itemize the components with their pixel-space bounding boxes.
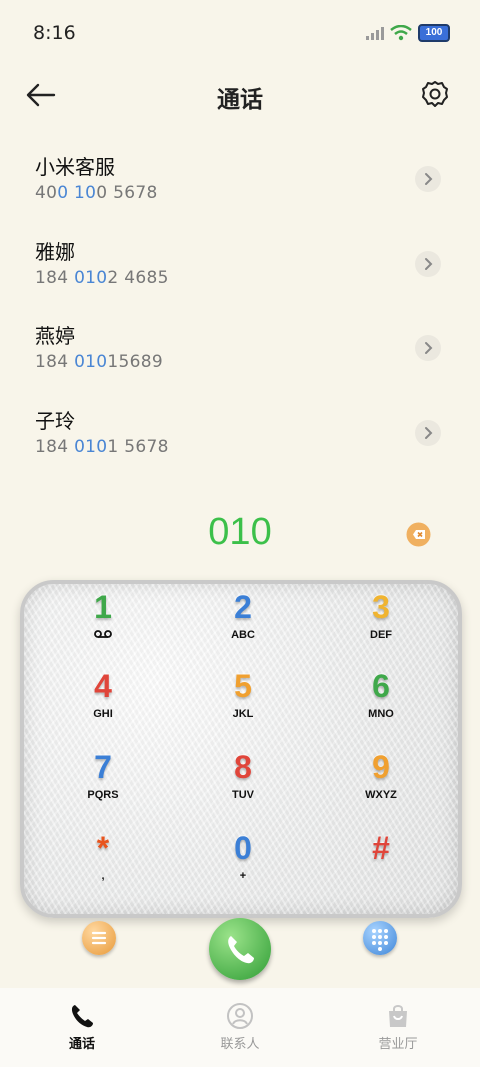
tab-label: 联系人 [220, 1037, 260, 1052]
key-digit: 9 [372, 749, 390, 785]
key-letters: JKL [232, 708, 254, 720]
key-digit: 8 [234, 749, 252, 785]
key-7[interactable]: 7 PQRS [43, 749, 163, 819]
key-letters: TUV [232, 789, 254, 801]
key-letters: + [239, 870, 247, 882]
contact-name: 燕婷 [35, 324, 75, 348]
dial-keypad: 1 2 ABC 3 DEF 4 GHI 5 JKL 6 MNO 7 PQRS 8… [20, 580, 462, 918]
tab-label: 营业厅 [378, 1037, 418, 1052]
chevron-right-icon [425, 173, 433, 185]
dialpad-icon [372, 929, 388, 951]
key-hash[interactable]: # [321, 830, 441, 900]
chevron-right-icon [425, 427, 433, 439]
list-item[interactable]: 燕婷 184 01015689 [0, 320, 480, 398]
key-star[interactable]: * , [43, 830, 163, 900]
voicemail-icon [43, 629, 163, 642]
key-letters: , [101, 870, 105, 882]
key-letters: GHI [93, 708, 113, 720]
tab-store[interactable]: 营业厅 [338, 988, 458, 1067]
menu-button[interactable] [82, 921, 116, 955]
key-letters: DEF [370, 629, 392, 641]
chevron-right-icon [425, 258, 433, 270]
contact-detail-button[interactable] [415, 335, 441, 361]
key-letters: ABC [231, 629, 255, 641]
chevron-right-icon [425, 342, 433, 354]
contact-number: 400 100 5678 [35, 183, 158, 203]
key-digit: # [372, 830, 390, 866]
bag-icon [389, 1005, 407, 1027]
key-digit: 2 [234, 589, 252, 625]
key-1[interactable]: 1 [43, 589, 163, 659]
contact-detail-button[interactable] [415, 166, 441, 192]
key-0[interactable]: 0 + [183, 830, 303, 900]
list-item[interactable]: 雅娜 184 0102 4685 [0, 236, 480, 314]
key-letters: WXYZ [365, 789, 397, 801]
key-digit: 4 [94, 668, 112, 704]
key-letters: MNO [368, 708, 394, 720]
key-digit: 7 [94, 749, 112, 785]
tab-contacts[interactable]: 联系人 [180, 988, 300, 1067]
status-icons: 100 [366, 24, 450, 42]
key-letters: PQRS [87, 789, 119, 801]
contact-name: 子玲 [35, 409, 75, 433]
key-5[interactable]: 5 JKL [183, 668, 303, 738]
key-4[interactable]: 4 GHI [43, 668, 163, 738]
contact-number: 184 0101 5678 [35, 437, 169, 457]
wifi-icon [390, 25, 412, 41]
bottom-tab-bar: 通话 联系人 营业厅 [0, 988, 480, 1067]
key-digit: 5 [234, 668, 252, 704]
signal-icon [366, 27, 384, 40]
status-time: 8:16 [33, 22, 76, 44]
key-digit: 6 [372, 668, 390, 704]
contact-number: 184 01015689 [35, 352, 164, 372]
status-bar: 8:16 100 [0, 0, 480, 66]
key-digit: 0 [234, 830, 252, 866]
contact-detail-button[interactable] [415, 251, 441, 277]
key-6[interactable]: 6 MNO [321, 668, 441, 738]
key-8[interactable]: 8 TUV [183, 749, 303, 819]
phone-icon [228, 936, 254, 964]
phone-icon [71, 1005, 93, 1028]
keypad-toggle-button[interactable] [363, 921, 397, 955]
tab-label: 通话 [68, 1037, 95, 1052]
header: 通话 [0, 70, 480, 120]
key-9[interactable]: 9 WXYZ [321, 749, 441, 819]
key-digit: 1 [94, 589, 112, 625]
battery-indicator: 100 [418, 24, 450, 42]
key-3[interactable]: 3 DEF [321, 589, 441, 659]
gear-icon[interactable] [420, 79, 450, 109]
person-icon [227, 1003, 253, 1029]
contact-name: 小米客服 [35, 155, 115, 179]
menu-icon [91, 931, 107, 945]
key-digit: * [96, 830, 110, 866]
contact-number: 184 0102 4685 [35, 268, 169, 288]
list-item[interactable]: 子玲 184 0101 5678 [0, 405, 480, 483]
call-button[interactable] [209, 918, 271, 980]
key-digit: 3 [372, 589, 390, 625]
page-title: 通话 [217, 87, 263, 113]
backspace-icon[interactable] [406, 522, 431, 547]
tab-calls[interactable]: 通话 [22, 988, 142, 1067]
dial-actions [0, 915, 480, 985]
contact-name: 雅娜 [35, 240, 75, 264]
list-item[interactable]: 小米客服 400 100 5678 [0, 151, 480, 229]
contact-detail-button[interactable] [415, 420, 441, 446]
key-2[interactable]: 2 ABC [183, 589, 303, 659]
